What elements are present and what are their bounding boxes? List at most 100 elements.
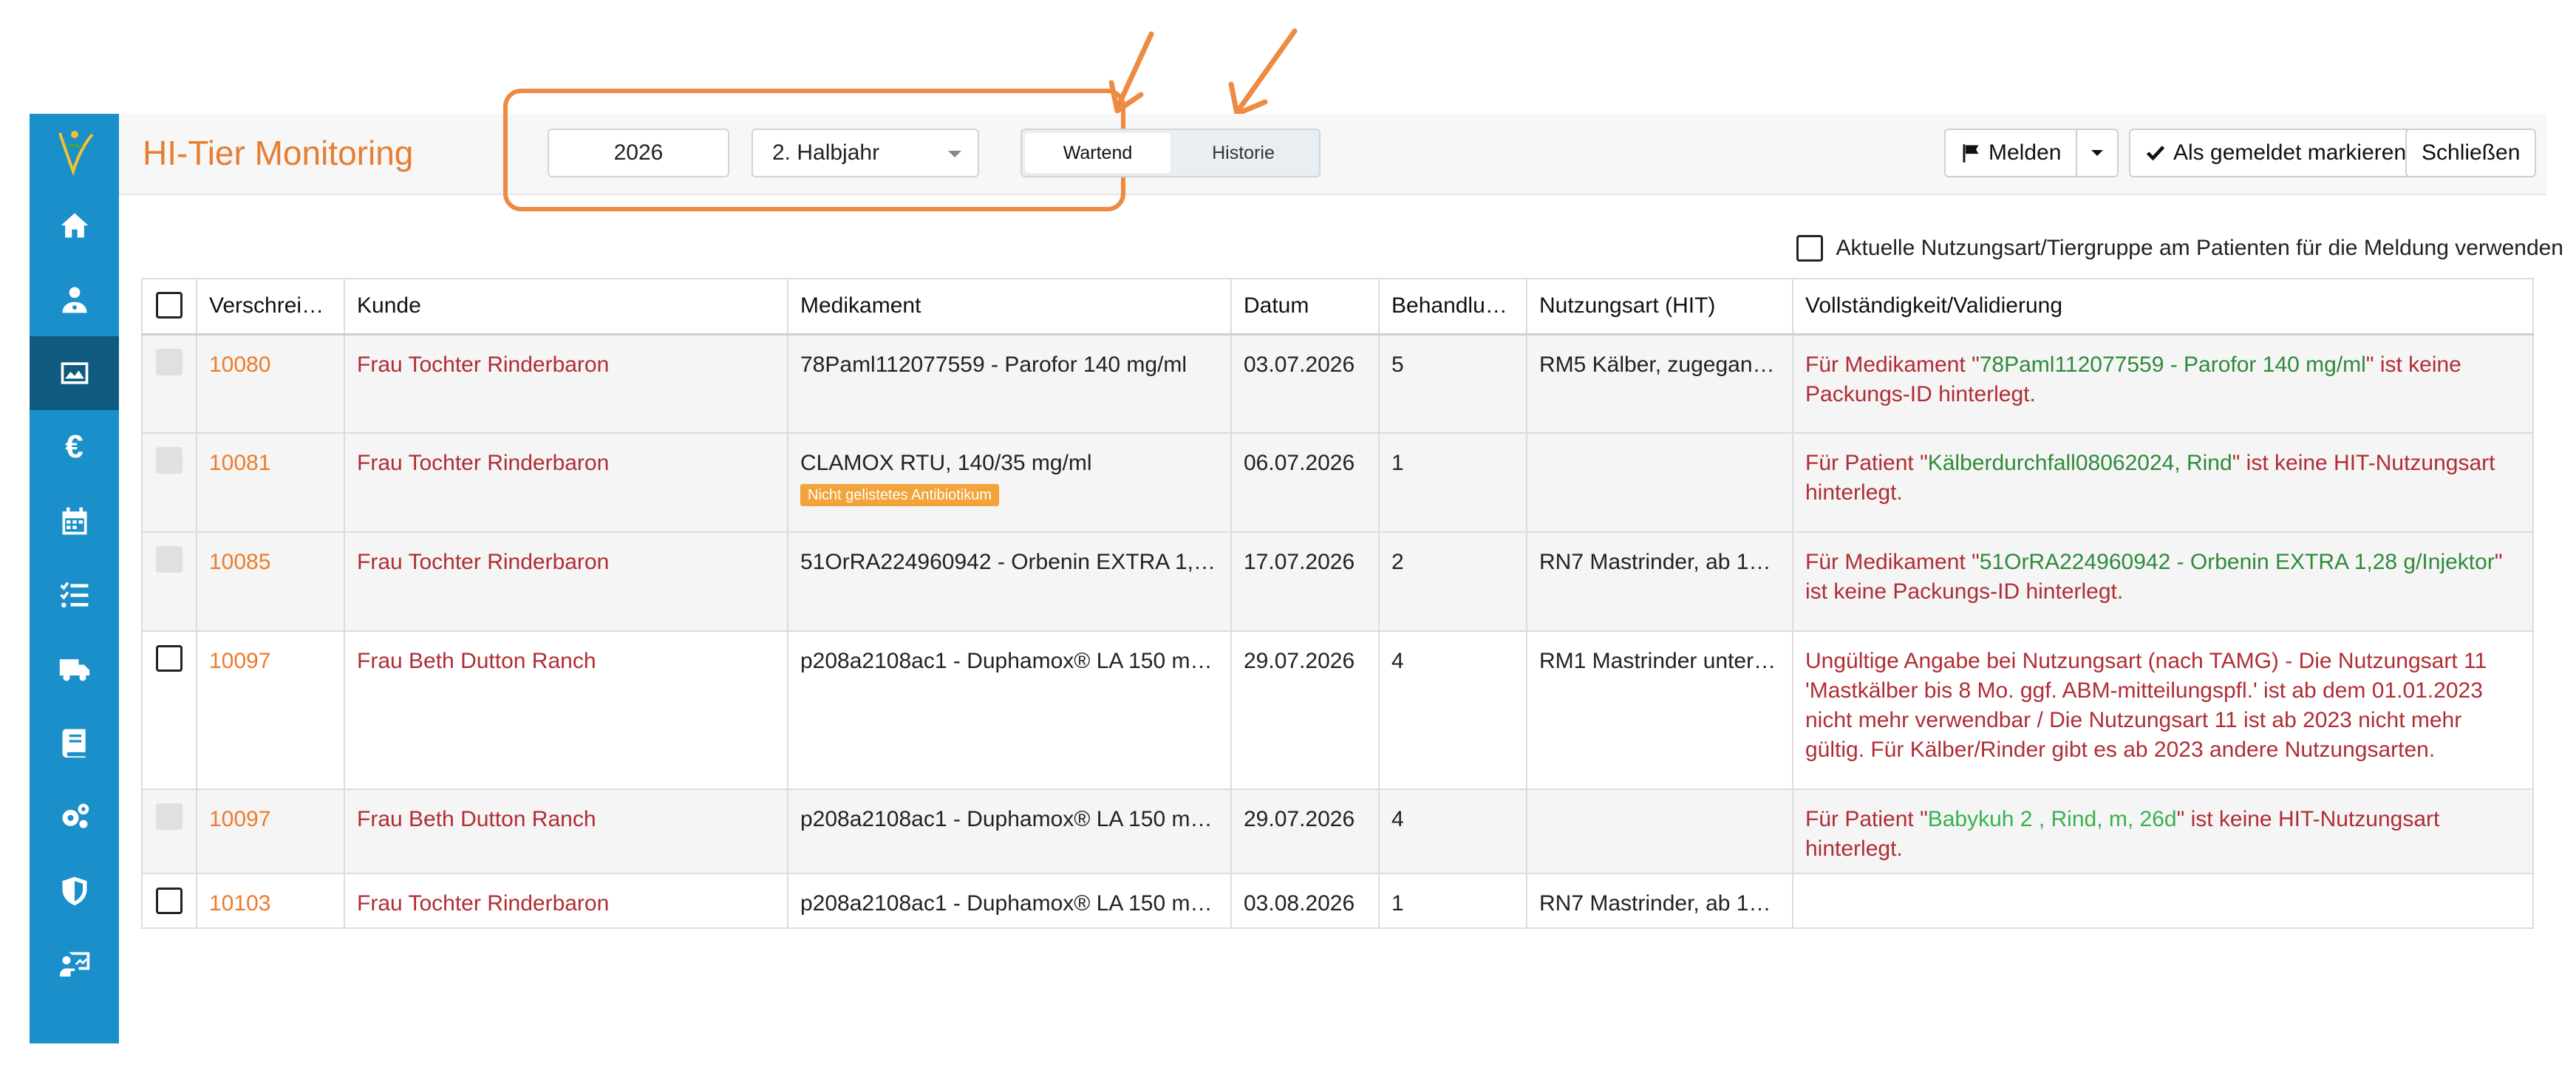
nav-settings[interactable] (30, 780, 119, 854)
nav-home[interactable] (30, 188, 119, 262)
mark-reported-button[interactable]: Als gemeldet markieren (2129, 129, 2423, 177)
prescription-link[interactable]: 10081 (196, 432, 345, 533)
use-current-usage-checkbox[interactable] (1796, 235, 1823, 262)
report-dropdown-button[interactable] (2076, 129, 2119, 177)
use-current-usage-option[interactable]: Aktuelle Nutzungsart/Tiergruppe am Patie… (1796, 235, 2563, 262)
report-button[interactable]: Melden (1944, 129, 2078, 177)
row-checkbox[interactable] (156, 888, 183, 914)
row-checkbox[interactable] (156, 645, 183, 672)
check-icon (2146, 146, 2165, 161)
validation-highlight: Babykuh 2 , Rind, m, 26d (1927, 807, 2177, 831)
nav-finance[interactable]: € (30, 410, 119, 484)
col-header-prescription[interactable]: Verschreib… (196, 278, 345, 335)
validation-highlight: Kälberdurchfall08062024, Rind (1927, 451, 2232, 475)
drug-cell: p208a2108ac1 - Duphamox® LA 150 mg/ml (787, 788, 1232, 874)
treatment-count-cell: 4 (1378, 788, 1527, 874)
customer-link[interactable]: Frau Tochter Rinderbaron (344, 333, 788, 434)
report-button-label: Melden (1989, 140, 2062, 165)
prescription-link[interactable]: 10085 (196, 531, 345, 632)
use-current-usage-label: Aktuelle Nutzungsart/Tiergruppe am Patie… (1836, 236, 2563, 260)
nav-patients[interactable] (30, 262, 119, 336)
app-logo[interactable] (30, 114, 119, 188)
customer-link[interactable]: Frau Beth Dutton Ranch (344, 630, 788, 790)
validation-highlight: 51OrRA224960942 - Orbenin EXTRA 1,28 g/I… (1979, 550, 2495, 574)
validation-prefix: Für Medikament " (1805, 550, 1980, 574)
customer-link[interactable]: Frau Tochter Rinderbaron (344, 432, 788, 533)
table-row[interactable]: 10080 Frau Tochter Rinderbaron 78Paml112… (141, 333, 2534, 434)
user-doctor-icon (62, 287, 86, 313)
euro-icon: € (65, 429, 84, 465)
calendar-icon (62, 507, 86, 535)
page-title: HI-Tier Monitoring (143, 134, 414, 172)
nav-presentation[interactable] (30, 927, 119, 1001)
treatment-count-cell: 2 (1378, 531, 1527, 632)
col-header-customer[interactable]: Kunde (344, 278, 788, 335)
prescription-link[interactable]: 10097 (196, 788, 345, 874)
drug-cell: 51OrRA224960942 - Orbenin EXTRA 1,28 g/… (787, 531, 1232, 632)
gears-icon (62, 803, 89, 828)
date-cell: 03.08.2026 (1230, 873, 1380, 929)
status-toggle: Wartend Historie (1020, 129, 1321, 177)
table-header-row: Verschreib… Kunde Medikament Datum Behan… (141, 278, 2534, 335)
year-input[interactable]: 2026 (548, 129, 729, 177)
customer-link[interactable]: Frau Beth Dutton Ranch (344, 788, 788, 874)
usage-cell (1526, 788, 1793, 874)
validation-prefix: Für Patient " (1805, 451, 1928, 475)
usage-cell: RM1 Mastrinder unter 8 … (1526, 630, 1793, 790)
close-button-label: Schließen (2422, 140, 2521, 165)
close-button[interactable]: Schließen (2405, 129, 2537, 177)
table-row[interactable]: 10097 Frau Beth Dutton Ranch p208a2108ac… (141, 788, 2534, 874)
row-checkbox (156, 348, 183, 375)
header-bar: HI-Tier Monitoring 2026 2. Halbjahr Wart… (119, 89, 2546, 211)
validation-prefix: Für Patient " (1805, 807, 1928, 831)
nav-calendar[interactable] (30, 484, 119, 558)
customer-link[interactable]: Frau Tochter Rinderbaron (344, 531, 788, 632)
nav-monitoring[interactable] (30, 336, 119, 410)
treatment-count-cell: 5 (1378, 333, 1527, 434)
truck-icon (59, 659, 89, 681)
table-row[interactable]: 10103 Frau Tochter Rinderbaron p208a2108… (141, 873, 2534, 929)
date-cell: 17.07.2026 (1230, 531, 1380, 632)
validation-cell: Für Medikament "51OrRA224960942 - Orbeni… (1792, 531, 2534, 632)
monitoring-table: Verschreib… Kunde Medikament Datum Behan… (141, 278, 2534, 929)
date-cell: 29.07.2026 (1230, 630, 1380, 790)
drug-cell: p208a2108ac1 - Duphamox® LA 150 mg/ml (787, 873, 1232, 929)
tab-waiting[interactable]: Wartend (1025, 133, 1171, 173)
validation-cell: Für Patient "Babykuh 2 , Rind, m, 26d" i… (1792, 788, 2534, 874)
date-cell: 03.07.2026 (1230, 333, 1380, 434)
period-select[interactable]: 2. Halbjahr (752, 129, 979, 177)
nav-delivery[interactable] (30, 632, 119, 706)
row-checkbox (156, 803, 183, 830)
nav-security[interactable] (30, 854, 119, 927)
select-all-cell (141, 278, 197, 335)
usage-cell: RN7 Mastrinder, ab 12 M… (1526, 873, 1793, 929)
treatment-count-cell: 4 (1378, 630, 1527, 790)
shield-icon (62, 876, 86, 906)
caret-down-icon (2091, 150, 2103, 156)
usage-cell (1526, 432, 1793, 533)
validation-cell: Ungültige Angabe bei Nutzungsart (nach T… (1792, 630, 2534, 790)
nav-book[interactable] (30, 706, 119, 780)
tab-history[interactable]: Historie (1171, 133, 1316, 173)
chart-image-icon (61, 362, 88, 384)
table-row[interactable]: 10097 Frau Beth Dutton Ranch p208a2108ac… (141, 630, 2534, 790)
col-header-date[interactable]: Datum (1230, 278, 1380, 335)
mark-reported-label: Als gemeldet markieren (2173, 140, 2407, 165)
customer-link[interactable]: Frau Tochter Rinderbaron (344, 873, 788, 929)
home-icon (61, 213, 88, 238)
prescription-link[interactable]: 10097 (196, 630, 345, 790)
table-row[interactable]: 10081 Frau Tochter Rinderbaron CLAMOX RT… (141, 432, 2534, 533)
select-all-checkbox[interactable] (156, 292, 183, 319)
validation-cell: Für Medikament "78Paml112077559 - Parofo… (1792, 333, 2534, 434)
sidebar: € (30, 114, 119, 1043)
col-header-treatments[interactable]: Behandlun… (1378, 278, 1527, 335)
prescription-link[interactable]: 10103 (196, 873, 345, 929)
table-row[interactable]: 10085 Frau Tochter Rinderbaron 51OrRA224… (141, 531, 2534, 632)
col-header-usage[interactable]: Nutzungsart (HIT) (1526, 278, 1793, 335)
col-header-validation[interactable]: Vollständigkeit/Validierung (1792, 278, 2534, 335)
drug-name: CLAMOX RTU, 140/35 mg/ml (800, 451, 1092, 475)
prescription-link[interactable]: 10080 (196, 333, 345, 434)
col-header-drug[interactable]: Medikament (787, 278, 1232, 335)
nav-tasks[interactable] (30, 558, 119, 632)
usage-cell: RN7 Mastrinder, ab 12 M… (1526, 531, 1793, 632)
